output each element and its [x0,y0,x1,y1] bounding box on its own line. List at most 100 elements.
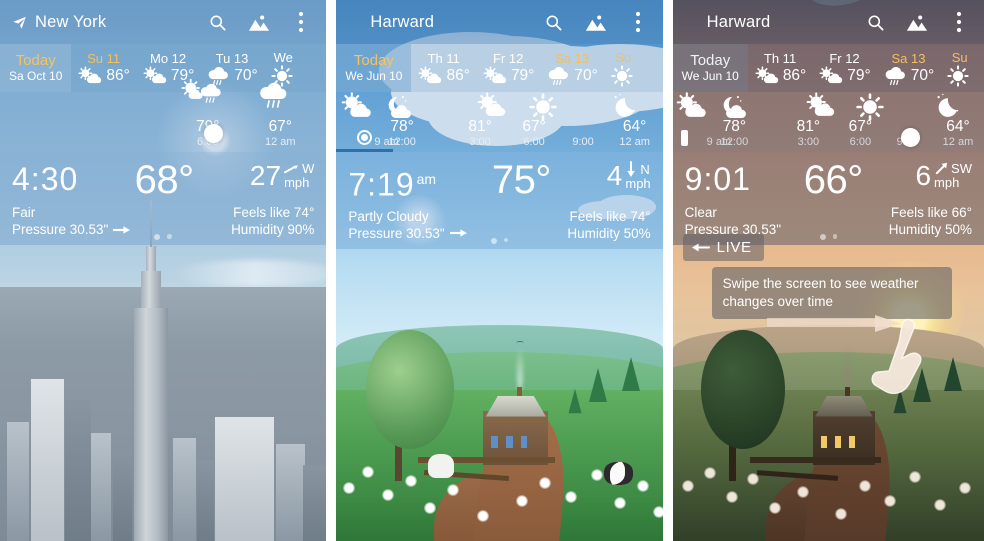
day-tab[interactable]: Sa 13 70° [877,44,940,92]
wind-unit: mph [625,176,651,191]
sun-icon [855,93,885,121]
live-button[interactable]: LIVE [682,234,764,261]
scrub-indicator-bar[interactable] [680,130,688,146]
hour-item[interactable]: 64° 12 am [619,118,650,149]
overflow-menu-icon[interactable] [946,9,972,35]
wind-readout: 4 N mph [607,161,651,191]
landscape-picture-icon[interactable] [904,9,930,35]
hand-pointer-icon [869,318,927,396]
day-tab-name: Fr 12 [829,51,860,66]
day-tab-name: Fr 12 [492,51,524,66]
wind-speed: 6 [915,160,932,191]
day-tab-temp: 70° [234,66,258,84]
sun-cloud-icon [77,66,103,85]
day-tab-name: Sa 13 [891,50,926,66]
hour-time: 9 am [374,136,399,148]
feels-like: Feels like 74° [569,208,651,224]
hourly-forecast-strip[interactable]: 79° 6:00 67° 12 am [0,78,327,152]
page-dot-active[interactable] [154,234,161,240]
arrow-right-icon [449,228,467,238]
hour-item[interactable]: 9 am [348,136,398,149]
page-dot[interactable] [503,237,509,243]
day-tab-today-label: Today [353,51,394,69]
page-dot[interactable] [167,234,172,239]
current-time: 7:19 am [348,166,437,203]
hour-item[interactable]: 81° 3:00 [468,118,491,149]
day-tab-temp: 70° [910,66,935,84]
day-tab-name: We [273,49,293,65]
day-tab[interactable]: Th 11 86° [748,44,812,92]
day-tab[interactable]: Fr 12 79° [812,44,876,92]
day-tab[interactable]: Sa 13 70° [540,44,603,92]
am-pm-label: am [416,171,437,187]
weather-condition: Clear [684,205,717,220]
day-tab-temp: 70° [574,66,598,84]
hour-item[interactable]: 9:00 [572,136,593,149]
day-tab-today[interactable]: Today We Jun 10 [336,44,412,92]
day-tab[interactable]: Th 11 86° [411,44,475,92]
day-tab[interactable]: Su [940,44,979,92]
day-tab-name: Sa 13 [555,50,590,66]
page-indicator-dots[interactable] [0,234,326,240]
hour-time: 3:00 [797,136,820,148]
live-button-label: LIVE [716,239,752,256]
panel-gap [662,0,673,541]
wind-unit: mph [284,175,310,190]
day-tab[interactable]: Fr 12 79° [476,44,540,92]
day-tab-name: Th 11 [763,51,797,66]
hour-item[interactable]: 81° 3:00 [797,118,820,149]
page-dot[interactable] [832,234,838,239]
day-tab-name: Su [951,49,968,65]
day-tab-name: Th 11 [427,51,460,66]
location-name[interactable]: New York [35,13,106,32]
day-tab-today[interactable]: Today Sa Oct 10 [0,44,72,92]
page-dot-active[interactable] [819,234,826,240]
day-tab[interactable]: Su 11 86° [71,44,135,92]
hour-item[interactable]: 67° 6:00 [849,118,872,149]
day-tab-today-date: We Jun 10 [681,68,739,83]
day-tab[interactable]: Su [604,44,643,92]
page-indicator-dots[interactable] [336,237,662,244]
top-bar: Harward [672,0,984,44]
hourly-forecast-strip[interactable]: 78° 12:00 9 am 81° 3:00 67° 6:00 9:00 [672,92,984,152]
current-conditions-panel: 4:30 68° 27 W mph Fair Feels like 74° Pr… [0,152,327,245]
current-temperature: 75° [491,158,552,202]
current-conditions-panel: 9:01 66° 6 SW mph Clear Feels like 66° P… [672,152,984,245]
hour-time: 6:00 [523,136,545,148]
search-icon[interactable] [204,9,230,35]
page-dot-active[interactable] [490,237,497,244]
top-bar: Harward [336,0,663,44]
moon-cloud-icon [717,94,755,121]
hour-temp: 67° [268,118,293,135]
landscape-picture-icon[interactable] [583,9,609,35]
day-tab-today-label: Today [15,51,56,69]
location-name[interactable]: Harward [707,13,771,32]
moon-cloud-icon [382,94,420,121]
search-icon[interactable] [541,9,567,35]
hour-item[interactable]: 67° 12 am [260,82,296,149]
hour-time: 9:00 [572,136,594,148]
day-tab-today[interactable]: Today We Jun 10 [672,44,748,92]
overflow-menu-icon[interactable] [288,9,314,35]
day-forecast-tabs: Today We Jun 10 Th 11 86° Fr 12 79° Sa 1… [336,44,663,92]
time-scrubber-handle[interactable] [204,124,223,143]
wind-direction-arrow-icon [625,160,637,177]
search-icon[interactable] [862,9,888,35]
day-tab-name: Su [615,49,632,65]
hour-item[interactable]: 64° 12 am [943,118,974,149]
landscape-picture-icon[interactable] [246,9,272,35]
overflow-menu-icon[interactable] [625,9,651,35]
wind-direction-arrow-icon [934,162,948,176]
time-scrubber-knob[interactable] [900,128,920,147]
hour-item[interactable]: 67° 6:00 [522,118,545,149]
hour-item[interactable]: 9 am [683,136,731,149]
location-name[interactable]: Harward [370,13,434,32]
hourly-forecast-strip[interactable]: 78° 12:00 9 am 81° 3:00 67° 6:00 9:00 [336,92,663,152]
day-tab-today-date: Sa Oct 10 [9,68,63,83]
sun-cloud-icon [476,92,514,119]
sun-cloud-icon [340,92,380,120]
sun-cloud-icon [482,66,508,85]
phone-panel-new-york: New York Today Sa Oct 10 Su 11 86° Mo 12… [0,0,327,541]
hour-temp: 67° [848,118,873,135]
hour-temp: 78° [722,118,747,135]
